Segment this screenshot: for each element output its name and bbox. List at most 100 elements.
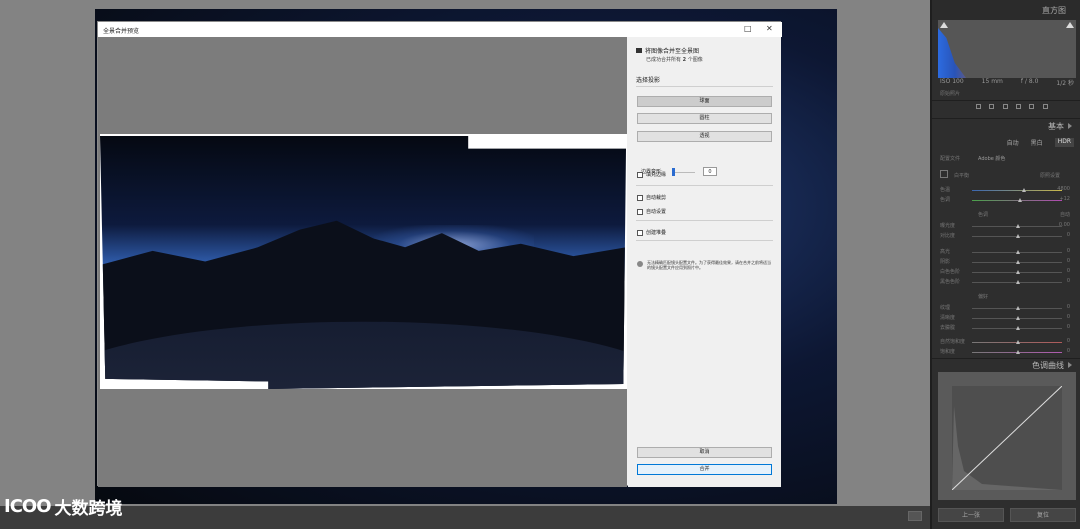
maximize-icon[interactable]: □ [744, 24, 752, 33]
cancel-button[interactable]: 取消 [637, 447, 772, 458]
tint-slider[interactable] [972, 198, 1062, 202]
blacks-value[interactable]: 0 [1067, 278, 1070, 284]
wb-label: 白平衡 [954, 173, 970, 179]
saturation-value[interactable]: 0 [1067, 348, 1070, 354]
fill-edges-checkbox[interactable]: 填充边缘 [637, 171, 666, 178]
merge-button[interactable]: 合并 [637, 464, 772, 475]
crop-tool-icon[interactable] [976, 104, 982, 109]
highlights-slider[interactable] [972, 250, 1062, 254]
slider-knob[interactable] [1016, 260, 1020, 264]
dialog-titlebar: 全景合并预览 □ ✕ [98, 22, 782, 37]
tone-auto-button[interactable]: 自动 [1060, 211, 1070, 218]
focal-length: 15 mm [981, 78, 1003, 85]
slider-knob[interactable] [1016, 280, 1020, 284]
slider-knob[interactable] [1016, 234, 1020, 238]
dehaze-slider[interactable] [972, 326, 1062, 330]
create-stack-label: 创建堆叠 [646, 230, 667, 236]
graduated-filter-icon[interactable] [1016, 104, 1022, 109]
contrast-value[interactable]: 0 [1067, 232, 1070, 238]
cylindrical-button[interactable]: 圆柱 [637, 113, 772, 124]
exposure-slider[interactable] [972, 224, 1062, 228]
auto-crop-checkbox[interactable]: 自动裁剪 [637, 194, 666, 201]
slider-knob[interactable] [1016, 340, 1020, 344]
slider-knob[interactable] [1018, 198, 1022, 202]
reset-button[interactable]: 复位 [1010, 508, 1076, 522]
projection-label: 选择投影 [636, 77, 661, 84]
saturation-slider[interactable] [972, 350, 1062, 354]
profile-value[interactable]: Adobe 颜色 [978, 155, 1005, 162]
checkbox-box[interactable] [637, 208, 643, 215]
boundary-warp-thumb[interactable] [672, 168, 675, 176]
checkbox-box[interactable] [637, 194, 643, 201]
wb-value[interactable]: 原照设置 [1040, 172, 1060, 179]
temp-value[interactable]: 4800 [1057, 186, 1070, 192]
contrast-slider[interactable] [972, 234, 1062, 238]
slider-knob[interactable] [1016, 270, 1020, 274]
histogram[interactable] [938, 20, 1076, 78]
exposure-value[interactable]: 0.00 [1059, 222, 1070, 228]
slider-knob[interactable] [1022, 188, 1026, 192]
checkbox-box[interactable] [637, 229, 643, 236]
red-eye-icon[interactable] [1002, 104, 1008, 109]
histogram-title: 直方图 [1042, 6, 1066, 15]
slider-knob[interactable] [1016, 350, 1020, 354]
tool-strip [972, 104, 1052, 114]
spot-removal-icon[interactable] [989, 104, 995, 109]
previous-button[interactable]: 上一张 [938, 508, 1004, 522]
slider-knob[interactable] [1016, 250, 1020, 254]
shadows-slider[interactable] [972, 260, 1062, 264]
slider-knob[interactable] [1016, 224, 1020, 228]
bw-option[interactable]: 黑白 [1031, 138, 1043, 147]
perspective-button[interactable]: 透视 [637, 131, 772, 142]
temp-slider[interactable] [972, 188, 1062, 192]
auto-option[interactable]: 自动 [1007, 138, 1019, 147]
dehaze-value[interactable]: 0 [1067, 324, 1070, 330]
create-stack-checkbox[interactable]: 创建堆叠 [637, 229, 666, 236]
highlights-value[interactable]: 0 [1067, 248, 1070, 254]
shadows-value[interactable]: 0 [1067, 258, 1070, 264]
histogram-header: 直方图 [932, 0, 1080, 20]
clarity-value[interactable]: 0 [1067, 314, 1070, 320]
image-count: 2 [682, 57, 687, 63]
hdr-option[interactable]: HDR [1054, 138, 1074, 147]
auto-settings-checkbox[interactable]: 自动设置 [637, 208, 666, 215]
tint-value[interactable]: +12 [1059, 196, 1070, 202]
filmstrip-toggle[interactable] [908, 511, 922, 521]
histogram-graph [938, 28, 966, 78]
texture-slider[interactable] [972, 306, 1062, 310]
highlights-label: 高光 [940, 249, 951, 255]
tone-curve-header[interactable]: 色调曲线 [1032, 360, 1072, 371]
boundary-warp-input[interactable]: 0 [703, 167, 717, 176]
eyedropper-icon[interactable] [940, 170, 948, 178]
checkbox-box[interactable] [637, 171, 643, 178]
clarity-slider[interactable] [972, 316, 1062, 320]
slider-knob[interactable] [1016, 326, 1020, 330]
auto-settings-label: 自动设置 [646, 209, 667, 215]
vibrance-slider[interactable] [972, 340, 1062, 344]
curve-svg [952, 386, 1062, 490]
boundary-warp-track[interactable] [673, 172, 695, 173]
texture-value[interactable]: 0 [1067, 304, 1070, 310]
brush-icon[interactable] [1042, 104, 1048, 109]
dehaze-label: 去朦胧 [940, 325, 956, 331]
close-icon[interactable]: ✕ [766, 24, 773, 33]
basic-section-header[interactable]: 基本 [1048, 121, 1072, 132]
radial-filter-icon[interactable] [1029, 104, 1035, 109]
slider-knob[interactable] [1016, 316, 1020, 320]
slider-knob[interactable] [1016, 306, 1020, 310]
spherical-button[interactable]: 球面 [637, 96, 772, 107]
collapse-icon [1068, 123, 1072, 129]
highlight-clip-icon[interactable] [1066, 22, 1074, 28]
whites-slider[interactable] [972, 270, 1062, 274]
fill-edges-label: 填充边缘 [646, 172, 667, 178]
vibrance-value[interactable]: 0 [1067, 338, 1070, 344]
profile-treatment: 自动 黑白 HDR [940, 138, 1074, 147]
texture-label: 纹理 [940, 305, 951, 311]
exposure-label: 曝光度 [940, 223, 956, 229]
tone-curve-graph[interactable] [938, 372, 1076, 500]
divider [636, 185, 773, 186]
whites-value[interactable]: 0 [1067, 268, 1070, 274]
shadow-clip-icon[interactable] [940, 22, 948, 28]
contrast-label: 对比度 [940, 233, 956, 239]
blacks-slider[interactable] [972, 280, 1062, 284]
